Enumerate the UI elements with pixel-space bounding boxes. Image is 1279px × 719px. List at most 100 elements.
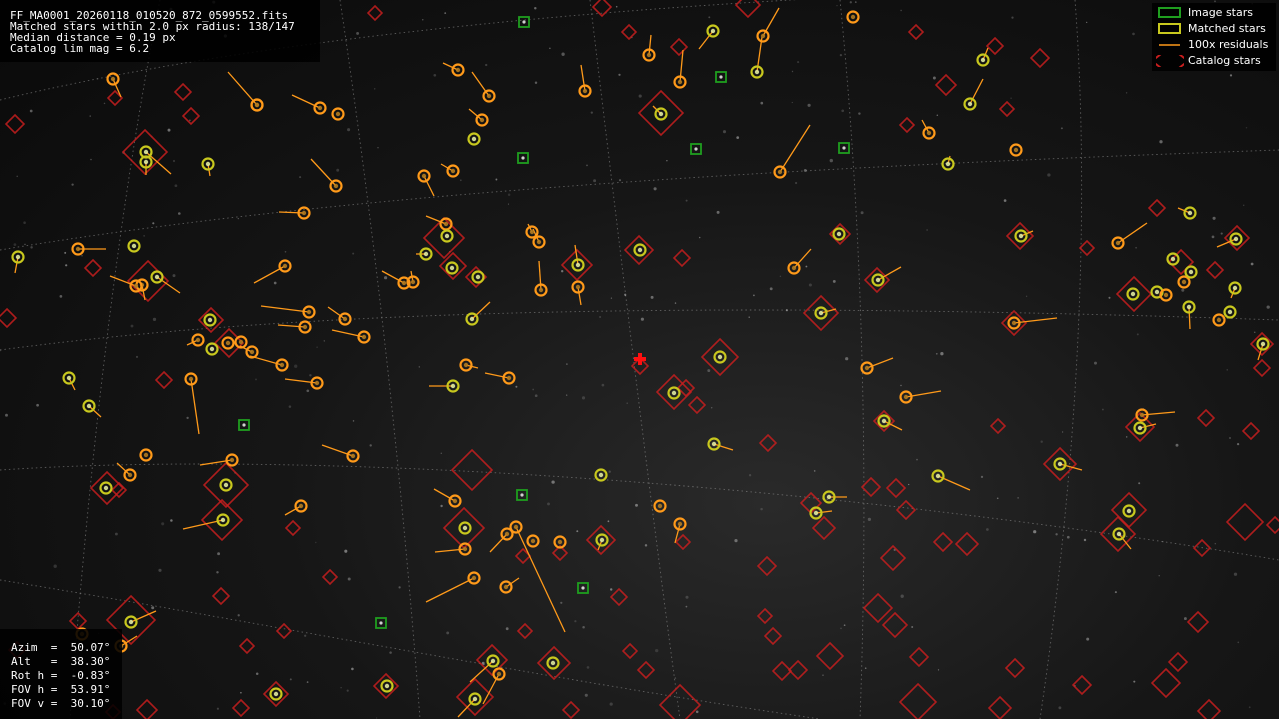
matched-star-core xyxy=(127,472,133,478)
background-star xyxy=(344,549,348,553)
matched-star-core xyxy=(926,130,932,136)
background-star xyxy=(586,164,588,167)
background-star xyxy=(1236,442,1240,446)
image-star-core xyxy=(379,621,383,625)
matched-star-core xyxy=(384,683,390,689)
background-star xyxy=(1229,74,1233,77)
matched-star-core xyxy=(143,159,149,165)
image-star-core xyxy=(521,156,525,160)
fit-info-panel: FF_MA0001_20260118_010520_872_0599552.fi… xyxy=(0,0,320,62)
background-star xyxy=(172,159,176,163)
matched-star-core xyxy=(154,274,160,280)
background-star xyxy=(1132,32,1135,36)
background-star xyxy=(1214,0,1216,3)
background-star xyxy=(760,101,764,105)
catalog-star xyxy=(636,660,656,680)
catalog-star xyxy=(734,0,762,19)
background-star xyxy=(369,444,372,447)
catalog-star-icon xyxy=(1156,55,1184,67)
catalog-star xyxy=(860,476,882,498)
background-star xyxy=(841,109,845,113)
background-star xyxy=(1011,16,1014,19)
matched-star-core xyxy=(110,76,116,82)
matched-star-core xyxy=(298,503,304,509)
background-star xyxy=(685,595,689,599)
background-star xyxy=(734,539,738,543)
matched-star-core xyxy=(575,262,581,268)
background-star xyxy=(186,416,189,420)
catalog-star xyxy=(989,417,1007,435)
residual-line xyxy=(260,305,310,313)
matched-star-core xyxy=(864,365,870,371)
legend-image-stars: Image stars xyxy=(1152,5,1276,21)
background-star xyxy=(398,586,401,589)
background-star xyxy=(807,103,811,107)
background-star xyxy=(832,279,836,283)
grid-line xyxy=(1039,0,1083,719)
catalog-star xyxy=(621,642,639,660)
matched-star-core xyxy=(881,418,887,424)
background-star xyxy=(1226,369,1228,371)
background-star xyxy=(316,346,318,348)
background-star xyxy=(653,187,657,191)
background-star xyxy=(1250,262,1254,266)
background-star xyxy=(549,47,551,50)
catalog-star xyxy=(1186,610,1210,634)
matched-star-core xyxy=(229,457,235,463)
residual-line xyxy=(277,324,306,328)
background-star xyxy=(581,396,586,400)
background-star xyxy=(64,251,67,254)
background-star xyxy=(769,287,773,291)
residual-line xyxy=(433,488,456,502)
matched-star-core xyxy=(1013,147,1019,153)
matched-star-core xyxy=(350,453,356,459)
sky-plot xyxy=(0,0,1279,719)
residual-line xyxy=(815,510,833,514)
background-star xyxy=(1175,443,1179,447)
catalog-star xyxy=(674,533,692,551)
background-star xyxy=(926,229,928,231)
image-star-core xyxy=(520,493,524,497)
matched-star-core xyxy=(1126,508,1132,514)
background-star xyxy=(1033,530,1037,534)
background-star xyxy=(347,577,351,581)
background-star xyxy=(722,130,727,134)
background-star xyxy=(315,541,317,544)
image-star-core xyxy=(694,147,698,151)
matched-star-core xyxy=(836,231,842,237)
background-star xyxy=(707,369,711,373)
background-star xyxy=(1211,235,1215,239)
matched-star-core xyxy=(657,503,663,509)
catalog-star xyxy=(561,700,581,719)
matched-star-core xyxy=(282,263,288,269)
matched-star-core xyxy=(710,28,716,34)
background-star xyxy=(916,458,918,461)
background-star xyxy=(289,678,292,681)
background-star xyxy=(151,606,155,610)
matched-star-core xyxy=(513,524,519,530)
background-star xyxy=(1101,408,1104,411)
catalog-star xyxy=(1196,408,1216,428)
background-star xyxy=(1158,575,1160,577)
background-star xyxy=(748,474,752,477)
matched-star-core xyxy=(1233,236,1239,242)
background-star xyxy=(1125,436,1128,438)
background-star xyxy=(237,217,239,220)
background-star xyxy=(854,1,857,3)
matched-star-core xyxy=(945,161,951,167)
matched-star-core xyxy=(496,671,502,677)
matched-star-core xyxy=(1137,425,1143,431)
catalog-star xyxy=(1004,657,1026,679)
matched-star-core xyxy=(205,161,211,167)
background-star xyxy=(1040,440,1043,443)
legend-residuals: 100x residuals xyxy=(1152,37,1276,53)
background-star xyxy=(849,1,852,4)
image-star-core xyxy=(581,586,585,590)
matched-star-core xyxy=(444,233,450,239)
background-star xyxy=(1136,333,1139,336)
altitude-text: Alt = 38.30° xyxy=(11,655,111,668)
matched-star-core xyxy=(599,537,605,543)
residual-line-icon xyxy=(1159,44,1180,46)
matched-star-core xyxy=(503,584,509,590)
matched-star-core xyxy=(86,403,92,409)
